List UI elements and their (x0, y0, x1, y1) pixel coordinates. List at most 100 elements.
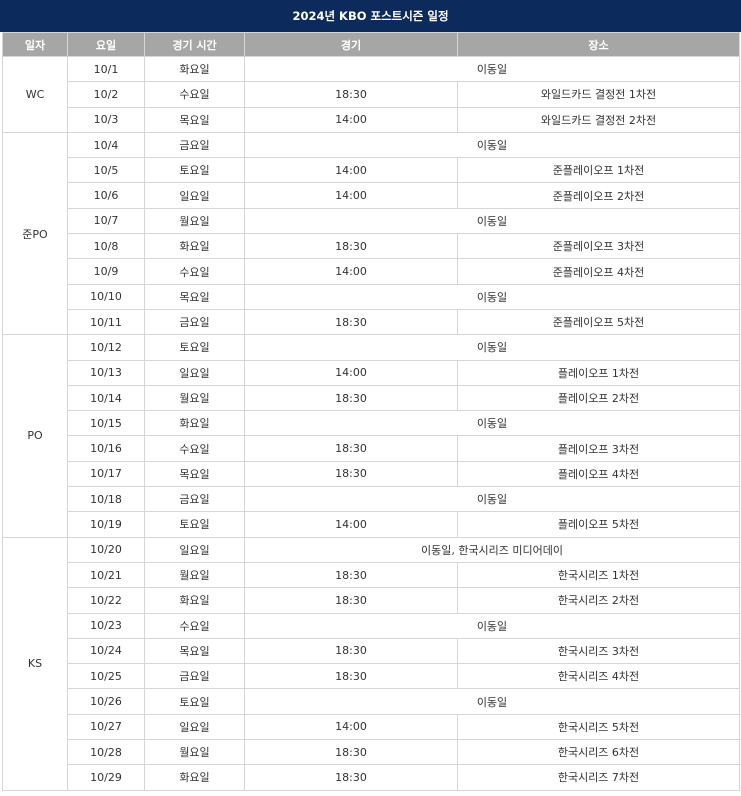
date-cell: 10/12 (67, 334, 145, 361)
game-cell: 한국시리즈 4차전 (457, 663, 740, 690)
schedule-row: 10/19토요일14:00플레이오프 5차전대구 삼성 라이온즈 파크 (3, 511, 740, 538)
travel-day-cell: 이동일 (244, 334, 740, 361)
time-cell: 14:00 (244, 511, 458, 538)
schedule-row: 10/21월요일18:30한국시리즈 1차전광주-기아 챔피언스 필드 (3, 561, 740, 589)
date-cell: 10/29 (67, 764, 145, 791)
schedule-row: 10/18 금요일 이동일 (3, 486, 740, 513)
date-cell: 10/16 (67, 435, 145, 462)
schedule-row: 10/16수요일18:30플레이오프 3차전미정 (3, 435, 740, 462)
day-cell: 월요일 (144, 561, 245, 589)
time-cell: 18:30 (244, 460, 458, 488)
day-cell: 토요일 (144, 688, 245, 715)
game-cell: 플레이오프 2차전 (457, 384, 740, 412)
time-cell: 14:00 (244, 182, 458, 209)
page-title: 2024년 KBO 포스트시즌 일정 (0, 0, 741, 32)
schedule-row: 10/13일요일14:00플레이오프 1차전대구 삼성 라이온즈 파크 (3, 359, 740, 386)
date-cell: 10/26 (67, 688, 145, 715)
time-cell: 14:00 (244, 157, 458, 184)
day-cell: 수요일 (144, 81, 245, 108)
time-cell: 18:30 (244, 308, 458, 336)
schedule-page: 2024년 KBO 포스트시즌 일정 일자 요일 경기 시간 경기 장소 WC 1… (0, 0, 741, 796)
date-cell: 10/8 (67, 233, 145, 260)
day-cell: 목요일 (144, 106, 245, 133)
date-cell: 10/13 (67, 359, 145, 386)
schedule-row: 10/23 수요일 이동일 (3, 612, 740, 639)
date-cell: 10/15 (67, 410, 145, 437)
date-cell: 10/17 (67, 460, 145, 488)
date-cell: 10/7 (67, 207, 145, 235)
travel-day-cell: 이동일 (244, 688, 740, 715)
day-cell: 수요일 (144, 435, 245, 462)
game-cell: 한국시리즈 2차전 (457, 587, 740, 614)
date-cell: 10/21 (67, 561, 145, 589)
date-cell: 10/5 (67, 157, 145, 184)
date-cell: 10/2 (67, 81, 145, 108)
time-cell: 14:00 (244, 258, 458, 285)
schedule-row: 10/11금요일18:30준플레이오프 5차전서울종합운동장 야구장 (3, 308, 740, 336)
game-cell: 플레이오프 5차전 (457, 511, 740, 538)
day-cell: 일요일 (144, 536, 245, 563)
day-cell: 금요일 (144, 308, 245, 336)
game-cell: 와일드카드 결정전 1차전 (457, 81, 740, 108)
day-cell: 화요일 (144, 55, 245, 83)
schedule-row: PO 10/12 토요일 이동일 (2, 334, 740, 538)
day-cell: 일요일 (144, 359, 245, 386)
date-cell: 10/14 (67, 384, 145, 412)
schedule-row: 10/5토요일14:00준플레이오프 1차전서울종합운동장 야구장 (3, 157, 740, 184)
travel-day-cell: 이동일 (244, 410, 740, 437)
schedule-row: 10/8화요일18:30준플레이오프 3차전수원 케이티 위즈 파크 (3, 233, 740, 260)
schedule-row: 10/6 일요일 14:00 준플레이오프 2차전 (3, 182, 740, 209)
day-cell: 화요일 (144, 410, 245, 437)
schedule-row: 10/28 월요일 18:30 한국시리즈 6차전 (3, 739, 740, 766)
day-cell: 화요일 (144, 233, 245, 260)
schedule-row: 10/14 월요일 18:30 플레이오프 2차전 (3, 384, 740, 412)
game-cell: 준플레이오프 1차전 (457, 157, 740, 184)
schedule-row: 10/7 월요일 이동일 (3, 207, 740, 235)
schedule-row: 준PO 10/4 금요일 이동일 (2, 131, 740, 336)
date-cell: 10/20 (67, 536, 145, 563)
date-cell: 10/22 (67, 587, 145, 614)
schedule-row: 10/27일요일14:00한국시리즈 5차전광주-기아 챔피언스 필드 (3, 713, 740, 741)
header-row: 일자 요일 경기 시간 경기 장소 (2, 32, 740, 57)
game-cell: 한국시리즈 5차전 (457, 713, 740, 741)
day-cell: 화요일 (144, 587, 245, 614)
day-cell: 일요일 (144, 182, 245, 209)
game-cell: 플레이오프 3차전 (457, 435, 740, 462)
day-cell: 토요일 (144, 157, 245, 184)
time-cell: 18:30 (244, 384, 458, 412)
date-cell: 10/4 (67, 131, 145, 159)
date-cell: 10/28 (67, 739, 145, 766)
date-cell: 10/19 (67, 511, 145, 538)
game-cell: 한국시리즈 3차전 (457, 637, 740, 665)
day-cell: 일요일 (144, 713, 245, 741)
time-cell: 18:30 (244, 663, 458, 690)
schedule-table: 일자 요일 경기 시간 경기 장소 WC 10/1 화요일 이동일 10/2 수요일 18:… (2, 32, 740, 791)
day-cell: 화요일 (144, 764, 245, 791)
game-cell: 한국시리즈 7차전 (457, 764, 740, 791)
date-cell: 10/6 (67, 182, 145, 209)
time-cell: 18:30 (244, 587, 458, 614)
schedule-row: 10/15 화요일 이동일 (3, 410, 740, 437)
travel-day-cell: 이동일, 한국시리즈 미디어데이 (244, 536, 740, 563)
game-cell: 준플레이오프 2차전 (457, 182, 740, 209)
game-cell: 한국시리즈 1차전 (457, 561, 740, 589)
day-cell: 금요일 (144, 486, 245, 513)
time-cell: 18:30 (244, 561, 458, 589)
header-time: 경기 시간 (144, 32, 245, 57)
day-cell: 토요일 (144, 334, 245, 361)
date-cell: 10/25 (67, 663, 145, 690)
time-cell: 18:30 (244, 81, 458, 108)
travel-day-cell: 이동일 (244, 131, 740, 159)
schedule-row: WC 10/1 화요일 이동일 (2, 55, 740, 133)
date-cell: 10/27 (67, 713, 145, 741)
time-cell: 18:30 (244, 233, 458, 260)
schedule-row: 10/22 화요일 18:30 한국시리즈 2차전 (3, 587, 740, 614)
date-cell: 10/18 (67, 486, 145, 513)
schedule-row: 10/3 목요일 14:00 와일드카드 결정전 2차전 (3, 106, 740, 133)
day-cell: 금요일 (144, 131, 245, 159)
travel-day-cell: 이동일 (244, 612, 740, 639)
game-cell: 준플레이오프 4차전 (457, 258, 740, 285)
time-cell: 14:00 (244, 359, 458, 386)
game-cell: 플레이오프 1차전 (457, 359, 740, 386)
travel-day-cell: 이동일 (244, 207, 740, 235)
